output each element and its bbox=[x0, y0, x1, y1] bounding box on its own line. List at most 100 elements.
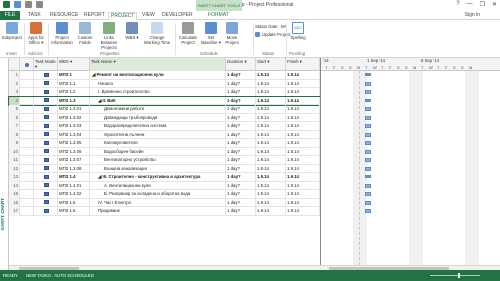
tab-view[interactable]: VIEW bbox=[140, 12, 157, 20]
finish-cell[interactable]: 1.9.14 bbox=[286, 130, 320, 139]
minimize-button[interactable]: — bbox=[467, 1, 473, 8]
wbs-cell[interactable]: МПЗ 1.3.02 bbox=[58, 113, 90, 122]
row-id[interactable]: 9 bbox=[9, 139, 20, 148]
table-row[interactable]: 7 МПЗ 1.3.03 Водоразпределителна система 1 … bbox=[9, 122, 320, 131]
finish-cell[interactable]: 1.9.14 bbox=[286, 198, 320, 207]
row-id[interactable]: 11 bbox=[9, 156, 20, 165]
task-name-cell[interactable]: Оросителни пълнеж bbox=[90, 130, 226, 139]
header-row-id[interactable] bbox=[9, 58, 20, 71]
duration-cell[interactable]: 1 day? bbox=[226, 130, 256, 139]
table-row[interactable]: 11 МПЗ 1.3.07 Вентилаторно устройство 1 day… bbox=[9, 156, 320, 165]
table-row[interactable]: 15 МПЗ 1.4.02 Б. Резервоар за охладена и о… bbox=[9, 190, 320, 199]
wbs-cell[interactable]: МПЗ 1.3 bbox=[58, 96, 90, 105]
header-info[interactable] bbox=[20, 58, 34, 71]
status-new-tasks[interactable]: NEW TASKS : AUTO SCHEDULED bbox=[26, 270, 94, 281]
restore-button[interactable]: ❐ bbox=[480, 1, 485, 8]
status-date-field[interactable]: Status Date: NA bbox=[255, 24, 287, 29]
wbs-cell[interactable]: МПЗ 1.4.02 bbox=[58, 190, 90, 199]
duration-cell[interactable]: 1 day? bbox=[226, 88, 256, 97]
header-task-mode[interactable]: Task Mode ▾ bbox=[34, 58, 58, 71]
apps-for-office-button[interactable]: Apps for Office ▾ bbox=[26, 22, 46, 45]
row-id[interactable]: 1 bbox=[9, 71, 20, 80]
change-working-time-button[interactable]: Change Working Time bbox=[142, 22, 172, 45]
header-start[interactable]: Start ▾ bbox=[256, 58, 286, 71]
task-name-cell[interactable]: ◢ III. Строително - конструктивна и архи… bbox=[90, 173, 226, 182]
start-cell[interactable]: 1.9.14 bbox=[256, 164, 286, 173]
duration-cell[interactable]: 1 day? bbox=[226, 198, 256, 207]
task-bar[interactable] bbox=[365, 175, 371, 178]
wbs-cell[interactable]: МПЗ 1.3.08 bbox=[58, 164, 90, 173]
tab-resource[interactable]: RESOURCE bbox=[48, 12, 80, 20]
move-project-button[interactable]: Move Project bbox=[223, 22, 241, 45]
row-id[interactable]: 13 bbox=[9, 173, 20, 182]
task-name-cell[interactable]: Водосборен басейн bbox=[90, 147, 226, 156]
calculate-project-button[interactable]: Calculate Project bbox=[177, 22, 199, 45]
task-name-cell[interactable]: Б. Резервоар за охладена и оборотна вода bbox=[90, 190, 226, 199]
start-cell[interactable]: 1.9.14 bbox=[256, 156, 286, 165]
header-wbs[interactable]: WBS ▾ bbox=[58, 58, 90, 71]
header-finish[interactable]: Finish ▾ bbox=[286, 58, 320, 71]
task-bar[interactable] bbox=[365, 90, 371, 94]
task-mode-cell[interactable] bbox=[34, 88, 58, 97]
wbs-cell[interactable]: МПЗ 1.4 bbox=[58, 173, 90, 182]
header-duration[interactable]: Duration ▾ bbox=[226, 58, 256, 71]
task-name-cell[interactable]: Каломуловители bbox=[90, 139, 226, 148]
task-mode-cell[interactable] bbox=[34, 71, 58, 80]
finish-cell[interactable]: 1.9.14 bbox=[286, 88, 320, 97]
task-mode-cell[interactable] bbox=[34, 207, 58, 216]
row-id[interactable]: 6 bbox=[9, 113, 20, 122]
task-mode-cell[interactable] bbox=[34, 190, 58, 199]
start-cell[interactable]: 1.9.14 bbox=[256, 88, 286, 97]
task-name-cell[interactable]: А. Вентилационни кули bbox=[90, 181, 226, 190]
row-id[interactable]: 2 bbox=[9, 79, 20, 88]
zoom-slider-knob[interactable] bbox=[458, 273, 460, 278]
row-id[interactable]: 17 bbox=[9, 207, 20, 216]
row-id[interactable]: 3 bbox=[9, 88, 20, 97]
duration-cell[interactable]: 1 day? bbox=[226, 96, 256, 105]
duration-cell[interactable]: 1 day? bbox=[226, 105, 256, 114]
task-mode-cell[interactable] bbox=[34, 181, 58, 190]
task-bar[interactable] bbox=[365, 158, 371, 162]
wbs-cell[interactable]: МПЗ 1.1 bbox=[58, 79, 90, 88]
wbs-cell[interactable]: МПЗ 1 bbox=[58, 71, 90, 80]
duration-cell[interactable]: 1 day? bbox=[226, 79, 256, 88]
wbs-cell[interactable]: МПЗ 1.3.03 bbox=[58, 122, 90, 131]
wbs-cell[interactable]: МПЗ 1.3.05 bbox=[58, 139, 90, 148]
row-id[interactable]: 14 bbox=[9, 181, 20, 190]
finish-cell[interactable]: 1.9.14 bbox=[286, 147, 320, 156]
task-mode-cell[interactable] bbox=[34, 173, 58, 182]
finish-cell[interactable]: 1.9.14 bbox=[286, 139, 320, 148]
task-mode-cell[interactable] bbox=[34, 122, 58, 131]
task-bar[interactable] bbox=[365, 166, 371, 171]
zoom-slider[interactable] bbox=[430, 275, 480, 276]
table-row[interactable]: 4 МПЗ 1.3 ◢ II. ВиК 1 day? 1.9.14 1.9.14 bbox=[8, 95, 321, 106]
finish-cell[interactable]: 1.9.14 bbox=[286, 173, 320, 182]
row-id[interactable]: 4 bbox=[9, 96, 20, 105]
task-name-cell[interactable]: ◢ Ремонт на вентилационни кули bbox=[90, 71, 226, 80]
task-bar[interactable] bbox=[365, 183, 371, 188]
task-bar[interactable] bbox=[365, 141, 371, 145]
table-row[interactable]: 6 МПЗ 1.3.02 Довеждащи тръбопроводи 1 day? 1… bbox=[9, 113, 320, 122]
task-mode-cell[interactable] bbox=[34, 156, 58, 165]
finish-cell[interactable]: 1.9.14 bbox=[286, 181, 320, 190]
duration-cell[interactable]: 1 day? bbox=[226, 71, 256, 80]
task-name-cell[interactable]: IV. Част Електро bbox=[90, 198, 226, 207]
table-row[interactable]: 12 МПЗ 1.3.08 Външна канализация 1 day? 1.9.… bbox=[9, 164, 320, 173]
tab-project[interactable]: PROJECT bbox=[108, 12, 138, 20]
finish-cell[interactable]: 1.9.14 bbox=[286, 164, 320, 173]
task-name-cell[interactable]: Предаване bbox=[90, 207, 226, 216]
task-bar[interactable] bbox=[365, 73, 371, 76]
task-mode-cell[interactable] bbox=[34, 198, 58, 207]
table-row[interactable]: 13 МПЗ 1.4 ◢ III. Строително - конструктив… bbox=[9, 173, 320, 182]
duration-cell[interactable]: 1 day? bbox=[226, 147, 256, 156]
subproject-button[interactable]: Subproject bbox=[1, 22, 23, 40]
start-cell[interactable]: 1.9.14 bbox=[256, 147, 286, 156]
task-mode-cell[interactable] bbox=[34, 130, 58, 139]
sign-in-link[interactable]: Sign in bbox=[465, 12, 480, 18]
start-cell[interactable]: 1.9.14 bbox=[256, 190, 286, 199]
duration-cell[interactable]: 1 day? bbox=[226, 173, 256, 182]
start-cell[interactable]: 1.9.14 bbox=[256, 105, 286, 114]
duration-cell[interactable]: 1 day? bbox=[226, 156, 256, 165]
row-id[interactable]: 12 bbox=[9, 164, 20, 173]
task-name-cell[interactable]: I. Временно строителство bbox=[90, 88, 226, 97]
